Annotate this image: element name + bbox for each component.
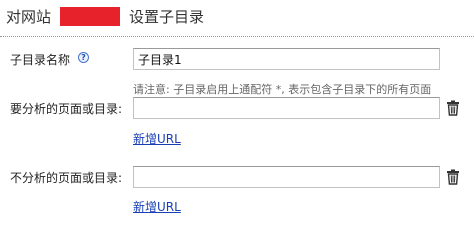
redacted-site-name	[60, 7, 120, 26]
page-title: 设置子目录	[129, 8, 205, 26]
trash-icon[interactable]	[446, 100, 460, 116]
subdir-name-input[interactable]	[133, 48, 440, 70]
trash-icon[interactable]	[446, 169, 460, 185]
wildcard-note: 请注意: 子目录启用上通配符 *, 表示包含子目录下的所有页面	[133, 83, 432, 96]
add-exclude-url-link[interactable]: 新增URL	[133, 199, 181, 215]
subdir-name-label: 子目录名称	[10, 53, 71, 67]
include-pages-label: 要分析的页面或目录:	[10, 102, 123, 116]
exclude-pages-label: 不分析的页面或目录:	[10, 171, 123, 185]
header-divider	[0, 36, 474, 37]
include-pages-input[interactable]	[133, 97, 440, 119]
question-circle-icon[interactable]: ?	[78, 52, 89, 63]
add-include-url-link[interactable]: 新增URL	[133, 131, 181, 147]
header-prefix: 对网站	[6, 8, 52, 26]
page-header: 对网站 设置子目录	[0, 0, 474, 36]
exclude-pages-input[interactable]	[133, 166, 440, 188]
